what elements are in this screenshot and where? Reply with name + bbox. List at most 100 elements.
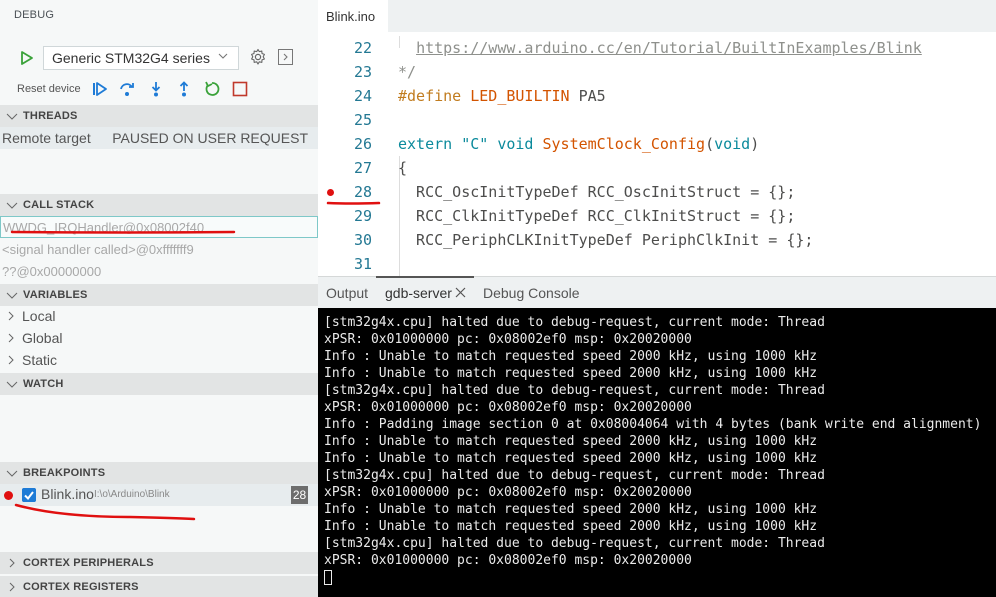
code-line[interactable]: 22 https://www.arduino.cc/en/Tutorial/Bu… [318,36,996,60]
active-tab-indicator [376,276,474,278]
chevron-right-icon [8,311,14,321]
terminal-line: Info : Padding image section 0 at 0x0800… [324,417,982,432]
debug-config-select[interactable]: Generic STM32G4 series [43,46,239,70]
chevron-down-icon [6,113,18,120]
start-debugging-icon[interactable] [20,50,34,66]
terminal-line: xPSR: 0x01000000 pc: 0x08002ef0 msp: 0x2… [324,553,692,568]
variables-scope-global[interactable]: Global [0,327,318,349]
bottom-panel: Output gdb-server Debug Console [stm32g4… [318,276,996,597]
reset-device-button[interactable]: Reset device [17,83,81,95]
variables-scope-local[interactable]: Local [0,305,318,327]
chevron-right-icon [8,355,14,365]
thread-name: Remote target [2,130,91,146]
chevron-down-icon [6,292,18,299]
code-token: RCC_ClkInitTypeDef RCC_ClkInitStruct = {… [398,207,796,225]
tab-debug-console[interactable]: Debug Console [483,285,580,301]
terminal-prompt[interactable] [324,569,981,586]
code-token: "C" [461,135,489,153]
thread-row[interactable]: Remote target PAUSED ON USER REQUEST [0,127,318,149]
line-content: RCC_ClkInitTypeDef RCC_ClkInitStruct = {… [398,204,795,228]
cortex-peripherals-section-header[interactable]: CORTEX PERIPHERALS [0,552,318,574]
variables-section-header[interactable]: VARIABLES [0,284,318,306]
code-token: ( [705,135,715,153]
editor-tab-bar: Blink.ino [318,0,996,32]
breakpoints-section-header[interactable]: BREAKPOINTS [0,462,318,484]
code-token: SystemClock_Config [542,135,706,153]
variables-header-label: VARIABLES [23,289,88,301]
stack-frame[interactable]: WWDG_IRQHandler@0x08002f40 [0,216,318,238]
terminal-line: Info : Unable to match requested speed 2… [324,349,818,364]
cortex-peripherals-header-label: CORTEX PERIPHERALS [23,557,154,569]
stack-frame[interactable]: <signal handler called>@0xfffffff9 [0,238,318,260]
code-token: PA5 [569,87,606,105]
line-content: RCC_PeriphCLKInitTypeDef PeriphClkInit =… [398,228,813,252]
watch-header-label: WATCH [23,378,64,390]
terminal-output[interactable]: [stm32g4x.cpu] halted due to debug-reque… [324,314,981,586]
line-content: #define LED_BUILTIN PA5 [398,84,606,108]
breakpoint-dot-icon [4,491,13,500]
code-editor[interactable]: Blink.ino 22 https://www.arduino.cc/en/T… [318,0,996,276]
code-token: ) [750,135,760,153]
code-token: https://www.arduino.cc/en/Tutorial/Built… [416,39,922,57]
chevron-down-icon [6,470,18,477]
chevron-down-icon [6,381,18,388]
open-terminal-icon[interactable] [278,49,293,65]
code-line[interactable]: 30 RCC_PeriphCLKInitTypeDef PeriphClkIni… [318,228,996,252]
line-number: 26 [353,135,372,153]
code-line[interactable]: 27 { [318,156,996,180]
line-number: 23 [353,63,372,81]
step-over-icon[interactable] [119,81,135,97]
chevron-right-icon [9,558,15,568]
scope-label: Static [22,352,58,368]
terminal-line: Info : Unable to match requested speed 2… [324,451,818,466]
code-token: { [398,159,408,177]
line-number: 22 [353,39,372,57]
cortex-registers-header-label: CORTEX REGISTERS [23,581,139,593]
watch-section-header[interactable]: WATCH [0,373,318,395]
editor-tab-blink-ino[interactable]: Blink.ino [318,0,388,32]
restart-icon[interactable] [204,81,220,97]
code-line[interactable]: 25 [318,108,996,132]
tab-gdb-server[interactable]: gdb-server [385,285,452,301]
code-token: RCC_PeriphCLKInitTypeDef PeriphClkInit =… [398,231,814,249]
terminal-line: [stm32g4x.cpu] halted due to debug-reque… [324,468,825,483]
code-token: extern [398,135,462,153]
code-line[interactable]: 31 [318,252,996,276]
line-content: */ [398,60,416,84]
line-content: extern "C" void SystemClock_Config(void) [398,132,759,156]
code-line[interactable]: 28 RCC_OscInitTypeDef RCC_OscInitStruct … [318,180,996,204]
code-line[interactable]: 26 extern "C" void SystemClock_Config(voi… [318,132,996,156]
scope-label: Local [22,308,56,324]
terminal-line: Info : Unable to match requested speed 2… [324,366,818,381]
terminal-line: xPSR: 0x01000000 pc: 0x08002ef0 msp: 0x2… [324,332,692,347]
breakpoint-item[interactable]: Blink.ino I:\o\Arduino\Blink 28 [0,484,318,506]
code-line[interactable]: 29 RCC_ClkInitTypeDef RCC_ClkInitStruct … [318,204,996,228]
cortex-registers-section-header[interactable]: CORTEX REGISTERS [0,576,318,597]
step-out-icon[interactable] [176,81,192,97]
step-into-icon[interactable] [148,81,164,97]
breakpoint-line-badge: 28 [291,486,308,504]
line-number: 24 [353,87,372,105]
debug-config-value: Generic STM32G4 series [52,50,210,66]
close-icon[interactable] [455,287,466,298]
code-token: #define [398,87,471,105]
threads-header-label: THREADS [23,110,78,122]
code-token: LED_BUILTIN [470,87,570,105]
threads-section-header[interactable]: THREADS [0,105,318,127]
breakpoint-path: I:\o\Arduino\Blink [94,489,170,500]
stop-icon[interactable] [232,81,248,97]
line-number: 29 [353,207,372,225]
code-line[interactable]: 23 */ [318,60,996,84]
chevron-down-icon [6,202,18,209]
call-stack-section-header[interactable]: CALL STACK [0,194,318,216]
breakpoints-header-label: BREAKPOINTS [23,467,106,479]
stack-frame[interactable]: ??@0x00000000 [0,260,318,282]
chevron-right-icon [8,333,14,343]
tab-output[interactable]: Output [326,285,368,301]
code-line[interactable]: 24 #define LED_BUILTIN PA5 [318,84,996,108]
gear-icon[interactable] [249,48,267,66]
breakpoint-enabled-checkbox[interactable] [22,488,36,502]
continue-icon[interactable] [92,81,108,97]
line-content: { [398,156,407,180]
variables-scope-static[interactable]: Static [0,349,318,371]
